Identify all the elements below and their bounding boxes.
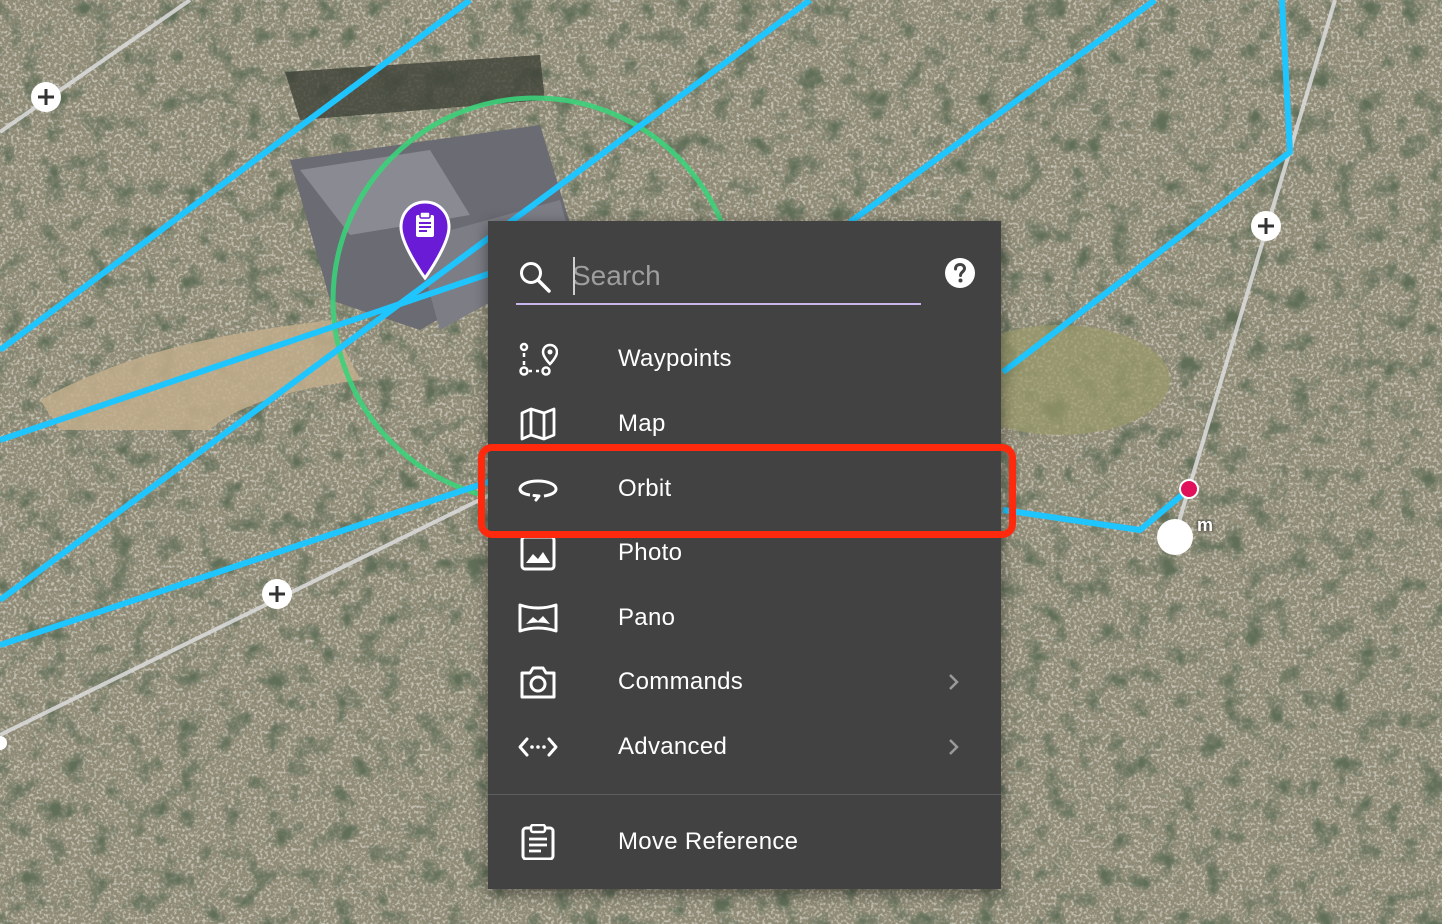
camera-icon: [520, 666, 556, 699]
menu-item-advanced[interactable]: Advanced: [488, 715, 1001, 779]
code-icon: [518, 737, 558, 757]
search-field[interactable]: [516, 251, 921, 305]
waypoint-node-selected[interactable]: [1157, 519, 1193, 555]
orbit-icon: [518, 479, 558, 502]
menu-item-label: Waypoints: [618, 345, 732, 372]
reference-pin-icon[interactable]: [399, 200, 451, 282]
help-icon[interactable]: [944, 257, 976, 289]
photo-icon: [520, 535, 556, 571]
search-input[interactable]: [572, 253, 912, 299]
menu-item-commands[interactable]: Commands: [488, 650, 1001, 714]
add-action-menu: Waypoints Map Orbit Photo Pano: [488, 221, 1001, 889]
add-waypoint-icon[interactable]: [1251, 211, 1281, 241]
menu-item-label: Pano: [618, 604, 676, 631]
menu-item-label: Advanced: [618, 733, 728, 760]
menu-item-orbit[interactable]: Orbit: [488, 457, 1001, 521]
menu-item-label: Commands: [618, 668, 744, 695]
menu-item-label: Move Reference: [618, 828, 799, 855]
menu-item-waypoints[interactable]: Waypoints: [488, 327, 1001, 391]
add-waypoint-icon[interactable]: [31, 82, 61, 112]
menu-item-pano[interactable]: Pano: [488, 586, 1001, 650]
menu-item-photo[interactable]: Photo: [488, 521, 1001, 585]
waypoints-icon: [519, 342, 558, 376]
clipboard-icon: [521, 824, 555, 860]
waypoint-node[interactable]: [1179, 479, 1199, 499]
menu-divider: [488, 794, 1001, 795]
waypoint-node-label: m: [1197, 515, 1214, 535]
menu-item-move-reference[interactable]: Move Reference: [488, 810, 1001, 874]
add-waypoint-icon[interactable]: [262, 579, 292, 609]
menu-item-label: Map: [618, 410, 666, 437]
pano-icon: [518, 603, 558, 633]
chevron-right-icon: [949, 739, 959, 755]
menu-item-label: Photo: [618, 539, 683, 566]
map-icon: [520, 407, 556, 441]
text-caret: [573, 257, 575, 295]
chevron-right-icon: [949, 674, 959, 690]
search-icon: [520, 262, 551, 293]
menu-item-map[interactable]: Map: [488, 392, 1001, 456]
menu-item-label: Orbit: [618, 475, 672, 502]
